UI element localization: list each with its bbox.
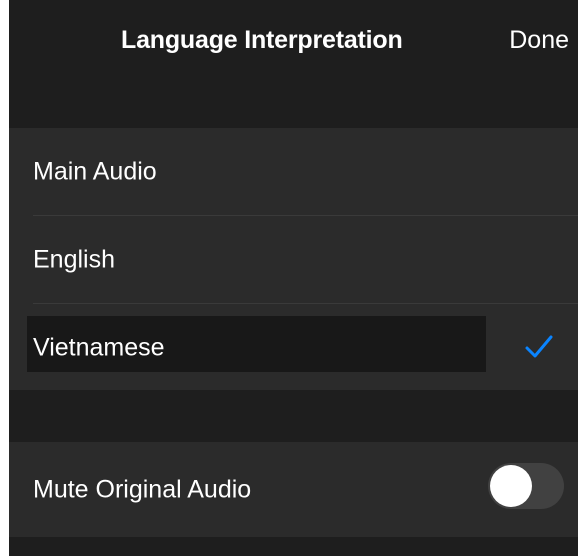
language-interpretation-sheet: Language Interpretation Done Main Audio … bbox=[9, 0, 578, 556]
language-option-vietnamese[interactable]: Vietnamese bbox=[9, 304, 578, 391]
language-list: Main Audio English Vietnamese bbox=[9, 128, 578, 390]
page-title: Language Interpretation bbox=[121, 26, 403, 54]
language-option-label: Main Audio bbox=[33, 157, 157, 185]
language-option-english[interactable]: English bbox=[9, 216, 578, 303]
toggle-knob bbox=[490, 465, 532, 507]
language-option-label: Vietnamese bbox=[33, 333, 165, 361]
section-spacer bbox=[9, 390, 578, 442]
checkmark-icon bbox=[525, 335, 553, 358]
language-option-label: English bbox=[33, 245, 115, 273]
mute-original-toggle[interactable] bbox=[488, 463, 564, 509]
nav-bar: Language Interpretation Done bbox=[9, 0, 578, 128]
bottom-area bbox=[9, 537, 578, 556]
language-option-main-audio[interactable]: Main Audio bbox=[9, 128, 578, 215]
mute-original-label: Mute Original Audio bbox=[33, 475, 252, 503]
mute-original-row: Mute Original Audio bbox=[9, 442, 578, 537]
done-button[interactable]: Done bbox=[509, 26, 569, 55]
